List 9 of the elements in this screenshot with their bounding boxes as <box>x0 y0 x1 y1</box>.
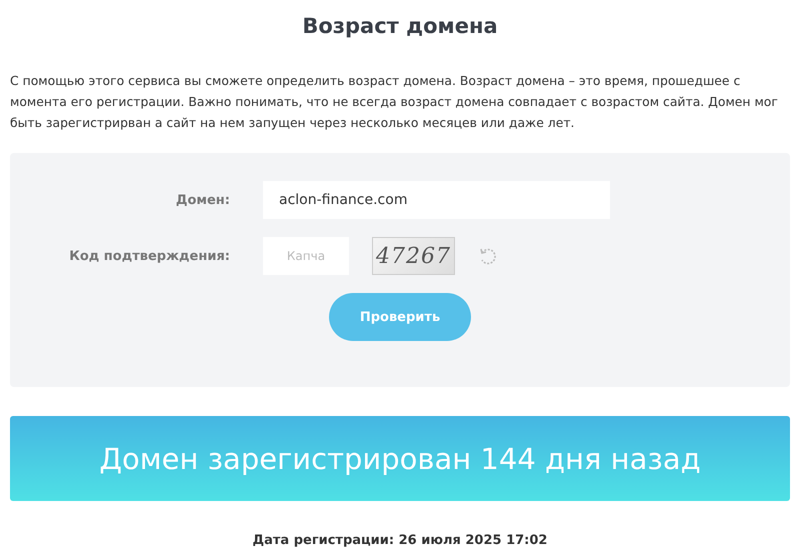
captcha-label: Код подтверждения: <box>68 248 230 264</box>
description-text: С помощью этого сервиса вы сможете определить возраст домена. Возраст домена – это время, прошедшее с момента его регистрации. Важно понимать, что не всегда возраст домена совпадает с возрастом сайта. Домен мог быть зарегистрирван а сайт на нем запущен через несколько месяцев или даже лет. <box>10 72 779 132</box>
page-title: Возраст домена <box>302 13 498 40</box>
captcha-input[interactable]: Капча <box>263 237 349 275</box>
captcha-image: 47267 <box>372 237 455 275</box>
domain-input[interactable]: aclon-finance.com <box>263 181 610 219</box>
domain-label: Домен: <box>174 192 230 208</box>
result-banner: Домен зарегистрирован 144 дня назад <box>10 416 790 501</box>
registration-date: Дата регистрации: 26 июля 2025 17:02 <box>252 533 548 548</box>
